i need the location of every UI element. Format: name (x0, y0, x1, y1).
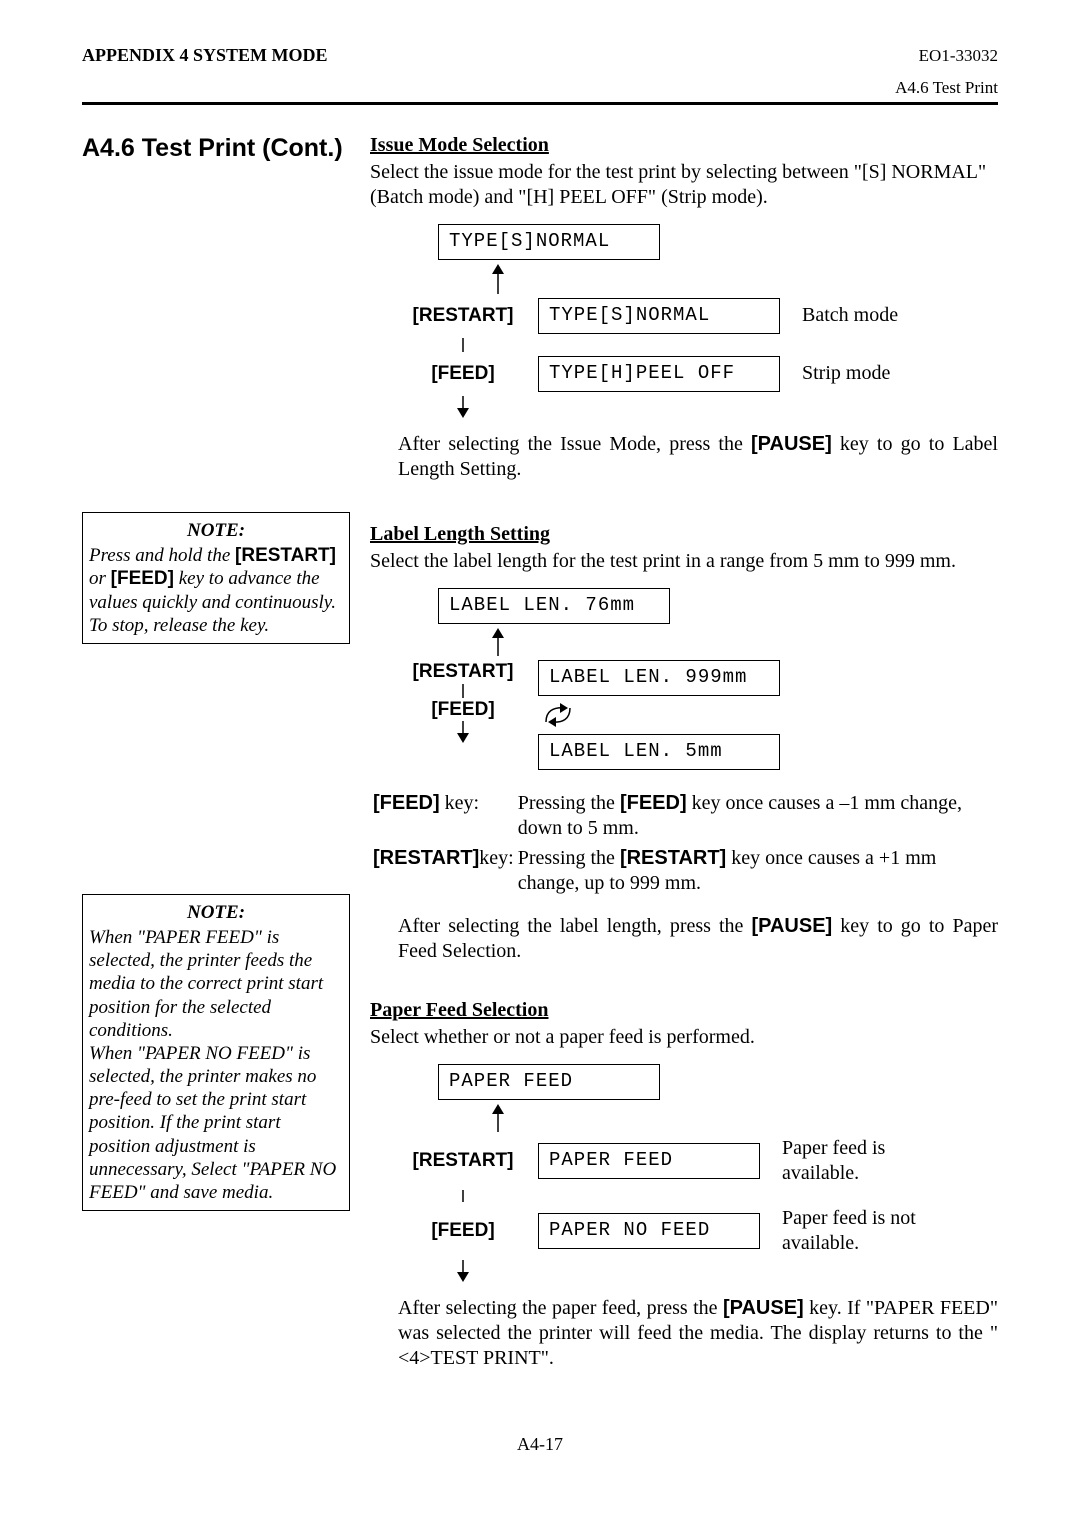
note1-t1: Press and hold the (89, 545, 235, 566)
issue-desc1: Batch mode (802, 303, 898, 328)
issue-lcd-top: TYPE[S]NORMAL (438, 224, 660, 260)
restart-key-suffix: key: (479, 847, 513, 869)
restart-key-label: [RESTART] (398, 660, 528, 684)
note1-text: Press and hold the [RESTART] or [FEED] k… (89, 544, 343, 637)
label-heading: Label Length Setting (370, 522, 998, 547)
feed-key-label: [FEED] (398, 1219, 528, 1243)
paper-desc2: Paper feed is not available. (782, 1206, 952, 1256)
note1-title: NOTE: (89, 519, 343, 542)
label-pause: [PAUSE] (751, 915, 832, 937)
issue-pause: [PAUSE] (751, 433, 832, 455)
note-box-1: NOTE: Press and hold the [RESTART] or [F… (82, 512, 350, 644)
page-header: APPENDIX 4 SYSTEM MODE EO1-33032 (82, 44, 998, 67)
paper-after: After selecting the paper feed, press th… (398, 1296, 998, 1371)
feed-key-desc: Pressing the [FEED] key once causes a –1… (517, 790, 996, 843)
feed-key-suffix: key: (440, 792, 479, 814)
restart-key-desc: Pressing the [RESTART] key once causes a… (517, 845, 996, 898)
restart-key-label: [RESTART] (398, 304, 528, 328)
paper-diagram: PAPER FEED [RESTART] PAPER FEED Paper fe… (398, 1064, 998, 1282)
issue-heading: Issue Mode Selection (370, 133, 998, 158)
f-a: Pressing the (518, 792, 620, 814)
issue-lcd-opt1: TYPE[S]NORMAL (538, 298, 780, 334)
loop-arrows-icon (538, 698, 578, 732)
f-b: [FEED] (620, 792, 687, 814)
content-columns: A4.6 Test Print (Cont.) NOTE: Press and … (82, 133, 998, 1373)
arrow-down-icon (398, 721, 528, 743)
restart-key-label: [RESTART] (398, 1149, 528, 1173)
label-after: After selecting the label length, press … (398, 914, 998, 964)
arrow-down-icon (398, 1260, 528, 1282)
issue-diagram: TYPE[S]NORMAL [RESTART] TYPE[S]NORMAL Ba… (398, 224, 998, 418)
paper-lcd-opt1: PAPER FEED (538, 1143, 760, 1179)
label-lcd-min: LABEL LEN. 5mm (538, 734, 780, 770)
connector-line-icon (398, 1190, 528, 1202)
r-a: Pressing the (518, 847, 620, 869)
paper-lcd-top: PAPER FEED (438, 1064, 660, 1100)
label-intro: Select the label length for the test pri… (370, 549, 998, 574)
connector-line-icon (398, 684, 528, 698)
section-title: A4.6 Test Print (Cont.) (82, 133, 350, 164)
note2-text: When "PAPER FEED" is selected, the print… (89, 926, 343, 1204)
paper-lcd-opt2: PAPER NO FEED (538, 1213, 760, 1249)
issue-desc2: Strip mode (802, 361, 890, 386)
section-ref: A4.6 Test Print (82, 77, 998, 98)
arrow-up-icon (438, 264, 598, 294)
arrow-up-icon (438, 628, 598, 656)
table-row: [RESTART]key: Pressing the [RESTART] key… (372, 845, 996, 898)
header-rule (82, 102, 998, 105)
feed-key-label: [FEED] (398, 698, 528, 722)
r-b: [RESTART] (620, 847, 726, 869)
paper-after-a: After selecting the paper feed, press th… (398, 1297, 723, 1319)
label-diagram: LABEL LEN. 76mm [RESTART] [FEED] LABE (398, 588, 998, 770)
note1-t2: or (89, 568, 111, 589)
page-number: A4-17 (82, 1433, 998, 1456)
table-row: [FEED] key: Pressing the [FEED] key once… (372, 790, 996, 843)
note1-b2: [FEED] (111, 568, 174, 589)
feed-key: [FEED] (373, 792, 440, 814)
left-column: A4.6 Test Print (Cont.) NOTE: Press and … (82, 133, 350, 1373)
issue-after: After selecting the Issue Mode, press th… (398, 432, 998, 482)
appendix-label: APPENDIX 4 SYSTEM MODE (82, 44, 328, 67)
paper-intro: Select whether or not a paper feed is pe… (370, 1025, 998, 1050)
paper-desc1: Paper feed is available. (782, 1136, 952, 1186)
restart-key: [RESTART] (373, 847, 479, 869)
right-column: Issue Mode Selection Select the issue mo… (370, 133, 998, 1373)
paper-pause: [PAUSE] (723, 1297, 804, 1319)
connector-line-icon (398, 338, 528, 352)
label-after-a: After selecting the label length, press … (398, 915, 751, 937)
key-description-table: [FEED] key: Pressing the [FEED] key once… (370, 788, 998, 900)
document-id: EO1-33032 (919, 45, 998, 66)
issue-after-a: After selecting the Issue Mode, press th… (398, 433, 751, 455)
paper-heading: Paper Feed Selection (370, 998, 998, 1023)
note1-b1: [RESTART] (235, 545, 336, 566)
feed-key-label: [FEED] (398, 362, 528, 386)
arrow-down-icon (398, 396, 528, 418)
issue-intro: Select the issue mode for the test print… (370, 160, 998, 210)
label-lcd-top: LABEL LEN. 76mm (438, 588, 670, 624)
label-lcd-max: LABEL LEN. 999mm (538, 660, 780, 696)
arrow-up-icon (438, 1104, 598, 1132)
issue-lcd-opt2: TYPE[H]PEEL OFF (538, 356, 780, 392)
note2-title: NOTE: (89, 901, 343, 924)
note-box-2: NOTE: When "PAPER FEED" is selected, the… (82, 894, 350, 1211)
